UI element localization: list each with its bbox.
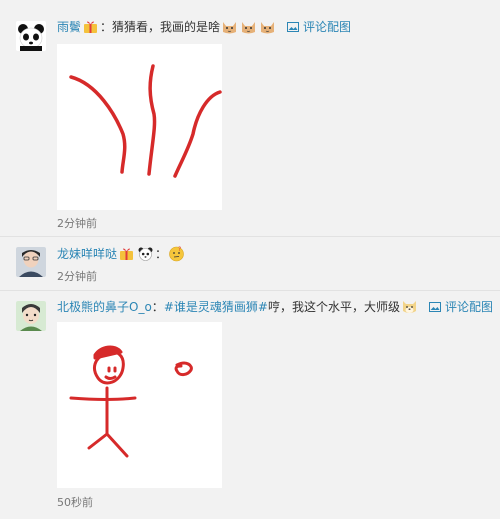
colon: ： [151, 299, 164, 314]
image-link-label: 评论配图 [303, 19, 352, 34]
cat-emoji-icon [240, 18, 257, 35]
comment-image[interactable] [57, 44, 222, 210]
comment-text: 猜猜看，我画的是啥 [112, 19, 221, 34]
timestamp: 2分钟前 [57, 270, 97, 283]
comment-image-link[interactable]: 评论配图 [428, 298, 493, 315]
topic-link[interactable]: #谁是灵魂猜画狮# [164, 298, 268, 315]
comment-line: 龙妹咩咩哒 ： ? [57, 244, 186, 262]
panda-avatar[interactable] [16, 21, 46, 51]
timestamp: 50秒前 [57, 496, 93, 509]
image-link-label: 评论配图 [444, 299, 493, 314]
gift-emoji-icon [118, 245, 135, 262]
timestamp: 2分钟前 [57, 217, 97, 230]
comment-item: 北极熊的鼻子O_o ： #谁是灵魂猜画狮# 哼，我这个水平，大师级 评论配图 5… [0, 291, 500, 519]
boy-avatar[interactable] [16, 247, 46, 277]
user-name[interactable]: 北极熊的鼻子O_o [57, 298, 152, 315]
cat-emoji-icon [259, 18, 276, 35]
image-icon [287, 21, 300, 32]
comment-item: 龙妹咩咩哒 ： ? 2分钟前 [0, 237, 500, 292]
comment-line: 北极熊的鼻子O_o ： #谁是灵魂猜画狮# 哼，我这个水平，大师级 评论配图 [57, 297, 493, 315]
image-icon [428, 301, 441, 312]
user-name[interactable]: 龙妹咩咩哒 [57, 245, 117, 262]
svg-text:?: ? [178, 246, 181, 253]
comment-image[interactable] [57, 322, 222, 488]
thinking-emoji-icon: ? [168, 245, 185, 262]
comment-image-link[interactable]: 评论配图 [287, 18, 351, 35]
cartoon-avatar[interactable] [16, 301, 46, 331]
colon: ： [155, 246, 168, 261]
colon: ： [100, 19, 113, 34]
comment-item: 雨鬢 ： 猜猜看，我画的是啥 评论配图 2分钟前 [0, 0, 500, 240]
panda-emoji-icon [137, 245, 154, 262]
comment-line: 雨鬢 ： 猜猜看，我画的是啥 评论配图 [57, 17, 351, 35]
gift-emoji-icon [82, 18, 99, 35]
user-name[interactable]: 雨鬢 [57, 18, 81, 35]
doge-emoji-icon [401, 298, 418, 315]
comment-text: 哼，我这个水平，大师级 [267, 299, 400, 314]
cat-emoji-icon [221, 18, 238, 35]
